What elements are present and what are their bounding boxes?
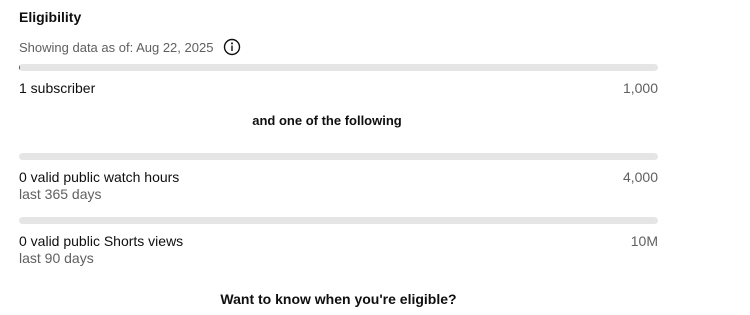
subscriber-requirement: 1 subscriber 1,000: [19, 80, 658, 97]
watch-hours-requirement: 0 valid public watch hours last 365 days…: [19, 169, 658, 203]
shorts-views-requirement: 0 valid public Shorts views last 90 days…: [19, 233, 658, 267]
shorts-views-period: last 90 days: [19, 250, 94, 266]
subscriber-count: 1 subscriber: [19, 80, 96, 96]
subscriber-progress-fill: [19, 64, 20, 71]
watch-hours-progress-bar: [19, 153, 658, 160]
watch-hours-count: 0 valid public watch hours: [19, 169, 180, 185]
data-as-of-row: Showing data as of: Aug 22, 2025: [19, 38, 241, 56]
subscriber-progress-bar: [19, 64, 658, 71]
data-as-of-text: Showing data as of: Aug 22, 2025: [19, 39, 214, 55]
info-icon[interactable]: [223, 38, 241, 56]
shorts-views-progress-bar: [19, 217, 658, 224]
shorts-views-target: 10M: [630, 233, 658, 249]
subscriber-target: 1,000: [622, 80, 658, 96]
or-separator: and one of the following: [252, 113, 402, 128]
eligibility-notify-prompt: Want to know when you're eligible?: [220, 291, 457, 307]
eligibility-title: Eligibility: [19, 9, 82, 25]
watch-hours-target: 4,000: [622, 169, 658, 185]
shorts-views-count: 0 valid public Shorts views: [19, 233, 184, 249]
watch-hours-period: last 365 days: [19, 186, 102, 202]
